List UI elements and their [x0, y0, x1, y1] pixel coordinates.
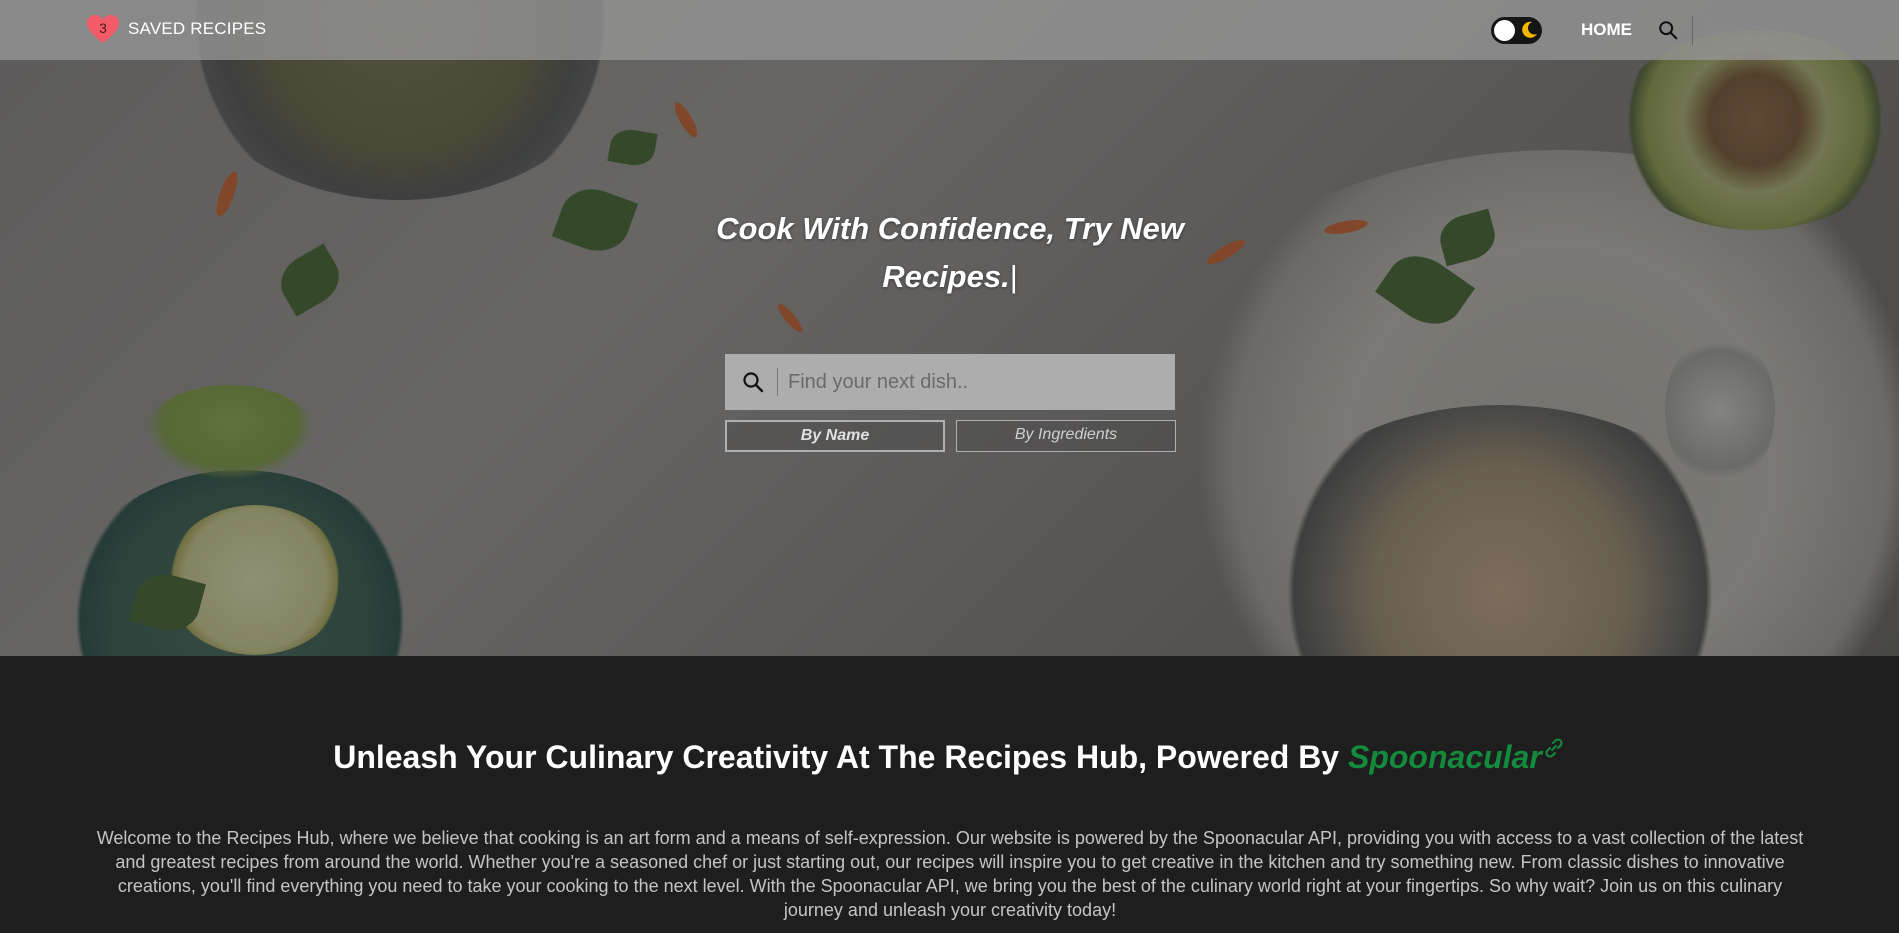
nav-search-input[interactable]	[1692, 16, 1812, 45]
typing-cursor: |	[1009, 259, 1018, 294]
theme-toggle[interactable]	[1491, 17, 1542, 44]
saved-recipes-link[interactable]: 3 SAVED RECIPES	[86, 14, 266, 44]
tagline-text: Cook With Confidence, Try New Recipes.	[716, 211, 1184, 294]
nav-home-link[interactable]: HOME	[1581, 20, 1632, 40]
about-heading-text: Unleash Your Culinary Creativity At The …	[333, 739, 1340, 775]
spoonacular-link[interactable]: Spoonacular	[1348, 739, 1542, 775]
hero-overlay	[0, 0, 1899, 656]
search-icon[interactable]	[741, 370, 765, 394]
saved-recipes-label: SAVED RECIPES	[128, 19, 267, 38]
heart-icon: 3	[86, 14, 120, 44]
moon-icon	[1522, 21, 1537, 38]
link-icon[interactable]	[1542, 736, 1566, 760]
tab-by-ingredients[interactable]: By Ingredients	[956, 420, 1176, 452]
tab-by-name[interactable]: By Name	[725, 420, 945, 452]
hero-banner: Cook With Confidence, Try New Recipes.| …	[0, 0, 1899, 656]
top-navbar: 3 SAVED RECIPES HOME	[0, 0, 1899, 60]
toggle-knob	[1494, 20, 1515, 41]
recipe-search-input[interactable]	[777, 368, 1157, 396]
saved-count: 3	[99, 20, 107, 36]
recipe-search-box	[725, 354, 1175, 410]
about-paragraph: Welcome to the Recipes Hub, where we bel…	[96, 828, 1804, 920]
about-heading: Unleash Your Culinary Creativity At The …	[0, 736, 1899, 776]
search-icon[interactable]	[1657, 19, 1679, 41]
hero-tagline: Cook With Confidence, Try New Recipes.|	[700, 205, 1200, 301]
